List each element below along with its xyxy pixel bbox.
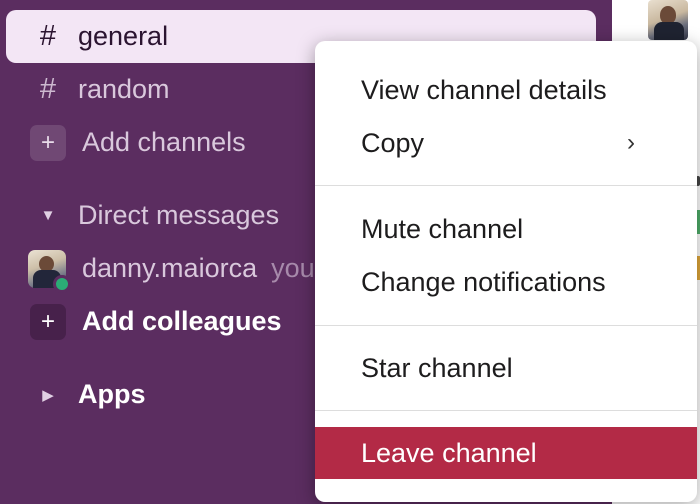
apps-section[interactable]: ▶ Apps bbox=[6, 368, 146, 421]
menu-item-label: Leave channel bbox=[361, 437, 537, 468]
menu-item-leave-channel[interactable]: Leave channel bbox=[315, 427, 697, 479]
channel-name: general bbox=[78, 21, 169, 51]
menu-item-label: Mute channel bbox=[361, 213, 524, 244]
menu-item-copy[interactable]: Copy › bbox=[315, 117, 697, 169]
menu-item-view-channel-details[interactable]: View channel details bbox=[315, 64, 697, 116]
add-colleagues-button[interactable]: + Add colleagues bbox=[6, 295, 282, 348]
menu-item-label: Change notifications bbox=[361, 266, 606, 297]
menu-item-change-notifications[interactable]: Change notifications bbox=[315, 256, 697, 308]
channel-item-random[interactable]: # random bbox=[6, 63, 170, 116]
add-colleagues-label: Add colleagues bbox=[82, 306, 282, 336]
menu-divider bbox=[315, 410, 697, 411]
menu-item-star-channel[interactable]: Star channel bbox=[315, 342, 697, 394]
channel-name: random bbox=[78, 74, 170, 104]
caret-right-icon: ▶ bbox=[42, 386, 54, 404]
direct-messages-section[interactable]: ▼ Direct messages bbox=[6, 189, 280, 242]
menu-item-mute-channel[interactable]: Mute channel bbox=[315, 203, 697, 255]
add-channels-label: Add channels bbox=[82, 127, 246, 157]
online-status-icon bbox=[53, 274, 71, 293]
menu-item-label: Copy bbox=[361, 127, 425, 158]
direct-messages-label: Direct messages bbox=[78, 200, 280, 230]
plus-icon: + bbox=[30, 303, 66, 340]
plus-icon: + bbox=[30, 124, 66, 161]
menu-divider bbox=[315, 325, 697, 326]
menu-item-label: Star channel bbox=[361, 352, 513, 383]
avatar bbox=[28, 249, 71, 293]
apps-label: Apps bbox=[78, 379, 146, 409]
dm-user-name: danny.maiorca bbox=[82, 253, 258, 283]
dm-item-self[interactable]: danny.maiorca you bbox=[6, 242, 315, 295]
channel-context-menu: View channel details Copy › Mute channel… bbox=[315, 41, 697, 502]
dm-you-label: you bbox=[271, 253, 315, 283]
hash-icon: # bbox=[39, 73, 57, 105]
menu-divider bbox=[315, 185, 697, 186]
avatar[interactable] bbox=[648, 0, 688, 40]
add-channels-button[interactable]: + Add channels bbox=[6, 116, 246, 169]
menu-item-label: View channel details bbox=[361, 74, 607, 105]
chevron-right-icon: › bbox=[627, 129, 635, 156]
hash-icon: # bbox=[39, 20, 57, 52]
caret-down-icon: ▼ bbox=[40, 207, 56, 224]
